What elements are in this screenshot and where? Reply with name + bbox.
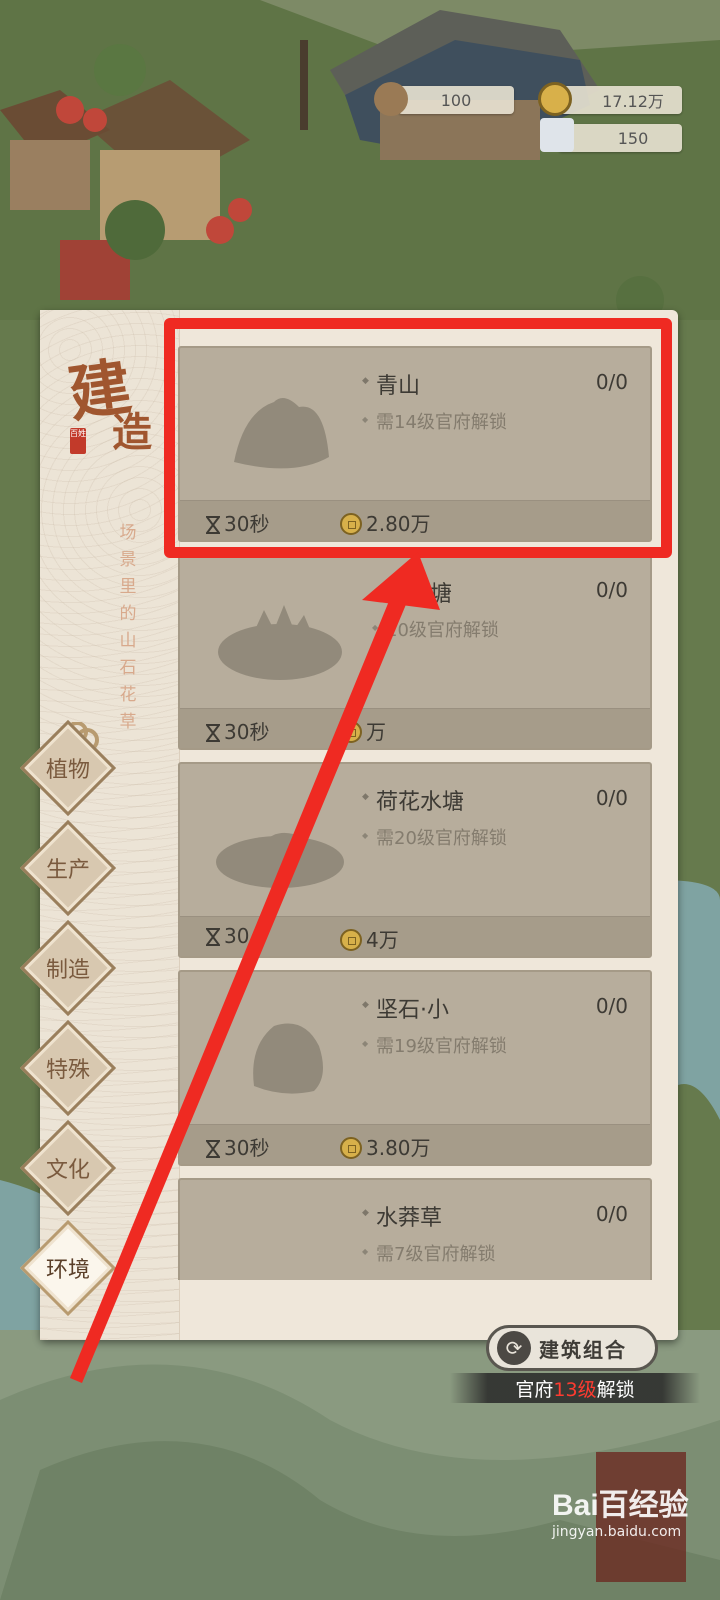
watermark: Bai百经验 jingyan.baidu.com (552, 1480, 689, 1540)
unlock-suffix: 解锁 (596, 1378, 635, 1401)
unlock-level: 13级 (553, 1378, 597, 1401)
refresh-icon: ⟳ (497, 1331, 531, 1365)
unlock-prefix: 官府 (515, 1378, 554, 1401)
combo-unlock-hint: 官府 13级 解锁 (450, 1373, 700, 1403)
watermark-url: jingyan.baidu.com (552, 1524, 682, 1540)
building-combo-button[interactable]: ⟳ 建筑组合 (486, 1325, 658, 1371)
building-combo-label: 建筑组合 (539, 1337, 627, 1362)
watermark-brand: Bai百经验 (552, 1489, 689, 1522)
